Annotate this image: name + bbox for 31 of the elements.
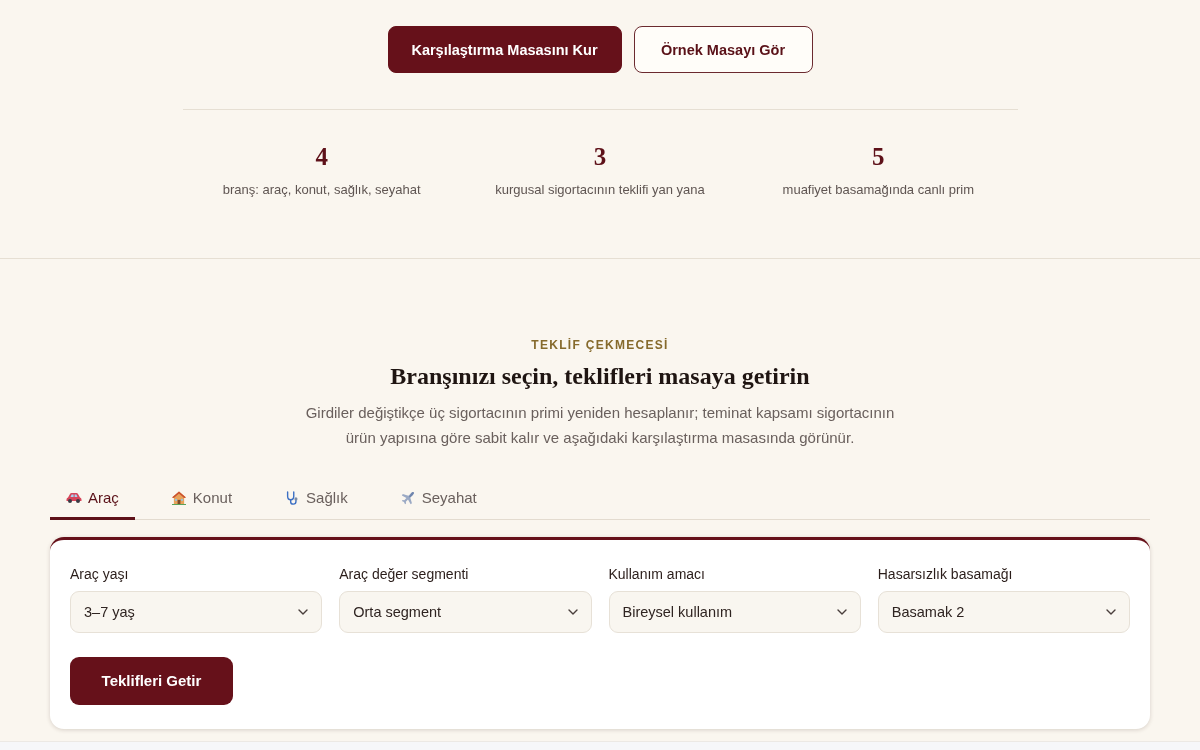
submit-button[interactable]: Teklifleri Getir (70, 656, 233, 705)
field-label: Araç değer segmenti (339, 564, 470, 583)
dropdown-select[interactable]: Basamak 2 (877, 590, 1130, 633)
car-icon (66, 490, 82, 505)
chevron-down-icon (298, 608, 309, 615)
tab[interactable]: Sağlık (268, 478, 364, 520)
tab[interactable]: Seyahat (383, 478, 493, 520)
stat-label: kurgusal sigortacının teklifi yan yana (495, 182, 705, 198)
stat-label: branş: araç, konut, sağlık, seyahat (222, 182, 421, 198)
stat-value: 4 (315, 143, 328, 171)
dropdown-select[interactable]: Orta segment (339, 590, 592, 633)
action-button[interactable]: Karşılaştırma Masasını Kur (387, 26, 622, 73)
airplane-icon (399, 490, 416, 505)
action-button[interactable]: Örnek Masayı Gör (633, 26, 813, 73)
section-description: Girdiler değiştikçe üç sigortacının primi yeniden hesaplanır; teminat kapsamı sigortacının ürün yapısına göre sabit kalır ve aşağıdaki karşılaştırma masasında görünür. (304, 403, 896, 448)
field-label: Kullanım amacı (608, 564, 706, 583)
tab[interactable]: Konut (154, 478, 249, 520)
dropdown-select[interactable]: Bireysel kullanım (608, 590, 861, 633)
dropdown-select[interactable]: 3–7 yaş (70, 590, 323, 633)
stat-value: 3 (593, 143, 607, 171)
chevron-down-icon (1106, 608, 1116, 615)
field-label: Hasarsızlık basamağı (877, 564, 1014, 583)
section-title: Branşınızı seçin, teklifleri masaya getirin (390, 362, 810, 391)
field-label: Araç yaşı (70, 564, 130, 583)
section-eyebrow: TEKLİF ÇEKMECESİ (531, 337, 669, 353)
stat-value: 5 (872, 143, 885, 171)
chevron-down-icon (567, 608, 578, 615)
house-icon (170, 490, 187, 505)
chevron-down-icon (836, 608, 847, 615)
stat-label: muafiyet basamağında canlı prim (782, 182, 975, 198)
tab[interactable]: Araç (50, 478, 135, 520)
